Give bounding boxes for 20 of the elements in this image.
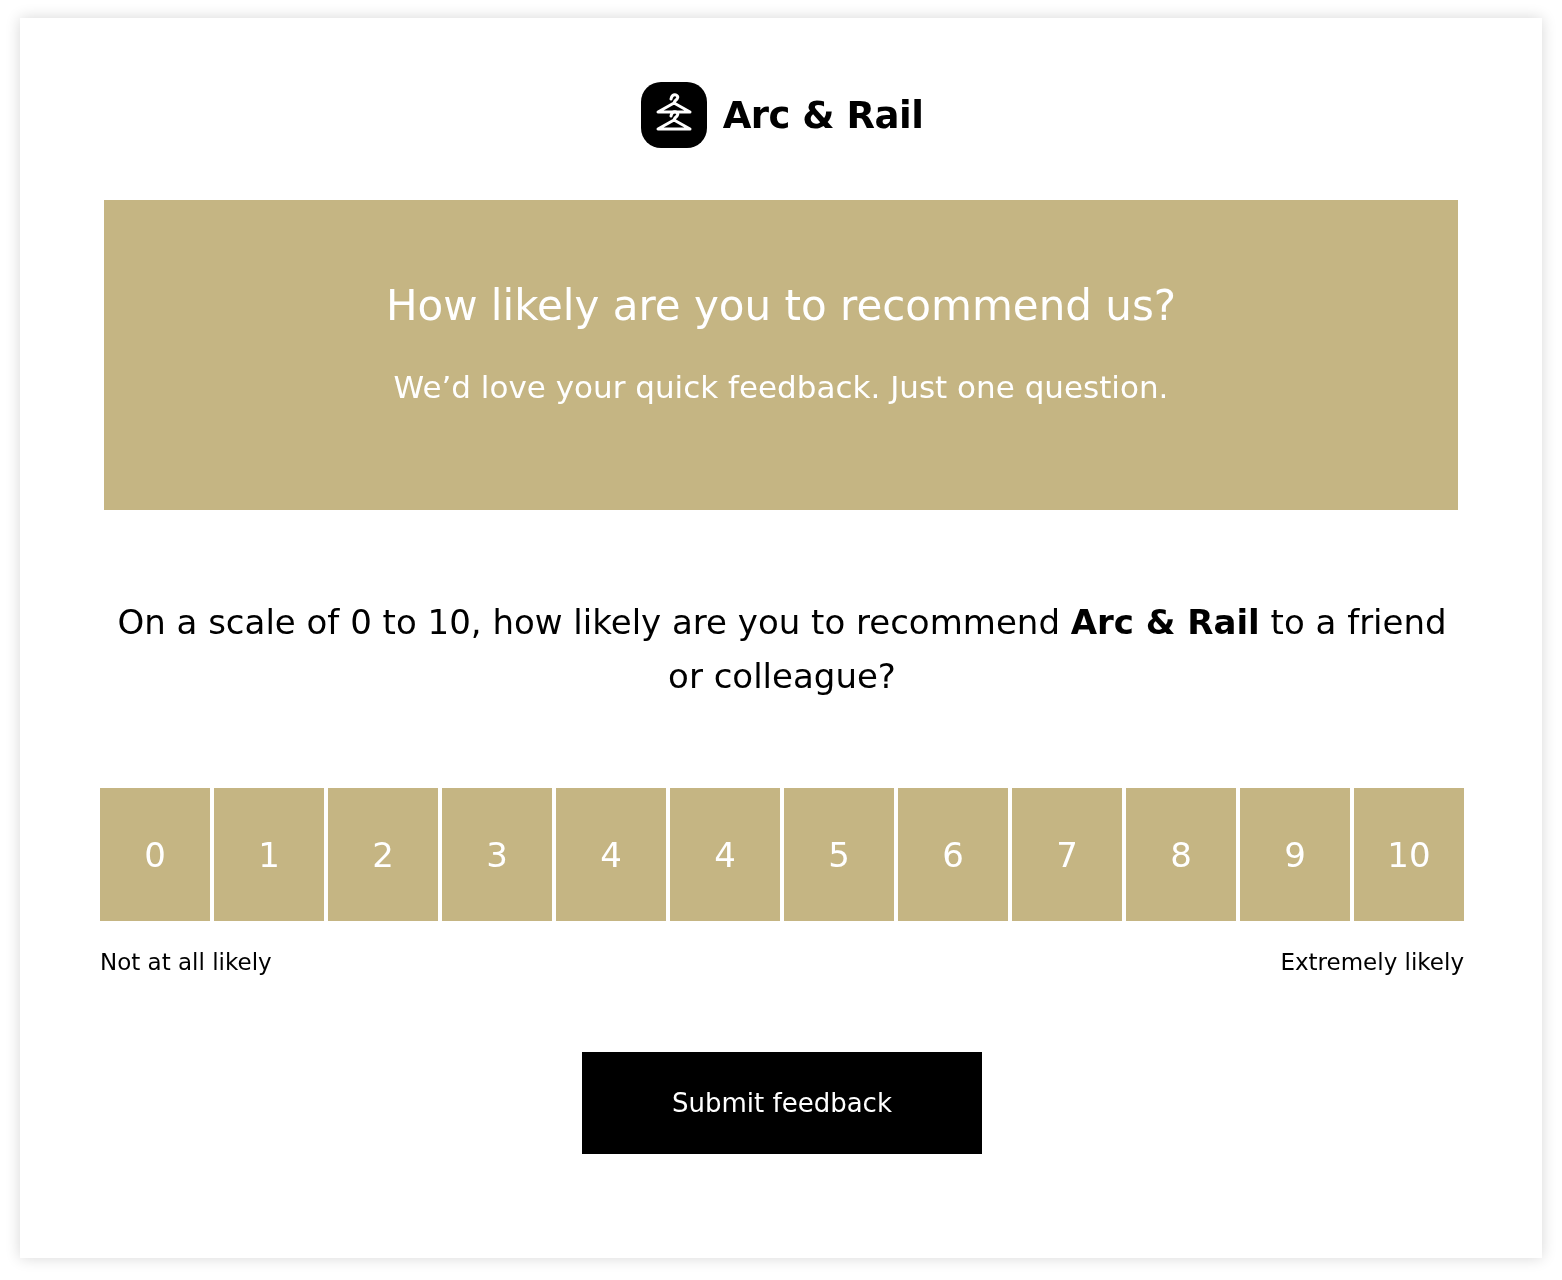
scale-option[interactable]: 6 [898, 788, 1008, 921]
scale-option[interactable]: 0 [100, 788, 210, 921]
scale-option[interactable]: 7 [1012, 788, 1122, 921]
scale-option[interactable]: 9 [1240, 788, 1350, 921]
scale-option[interactable]: 2 [328, 788, 438, 921]
low-end-label: Not at all likely [100, 948, 272, 977]
question-text: On a scale of 0 to 10, how likely are you to recommend Arc & Rail to a friend or colleague? [116, 601, 1448, 698]
submit-button[interactable]: Submit feedback [582, 1052, 982, 1154]
hanger-logo-icon [640, 82, 707, 148]
scale-option[interactable]: 3 [442, 788, 552, 921]
scale-option[interactable]: 8 [1126, 788, 1236, 921]
scale-option[interactable]: 4 [670, 788, 780, 921]
scale-option[interactable]: 1 [214, 788, 324, 921]
banner-subtitle: We’d love your quick feedback. Just one question. [393, 368, 1169, 407]
scale-option[interactable]: 10 [1354, 788, 1464, 921]
banner-title: How likely are you to recommend us? [385, 280, 1177, 332]
brand-name: Arc & Rail [722, 93, 924, 137]
scale-option[interactable]: 4 [556, 788, 666, 921]
scale-option[interactable]: 5 [784, 788, 894, 921]
high-end-label: Extremely likely [1280, 948, 1464, 977]
